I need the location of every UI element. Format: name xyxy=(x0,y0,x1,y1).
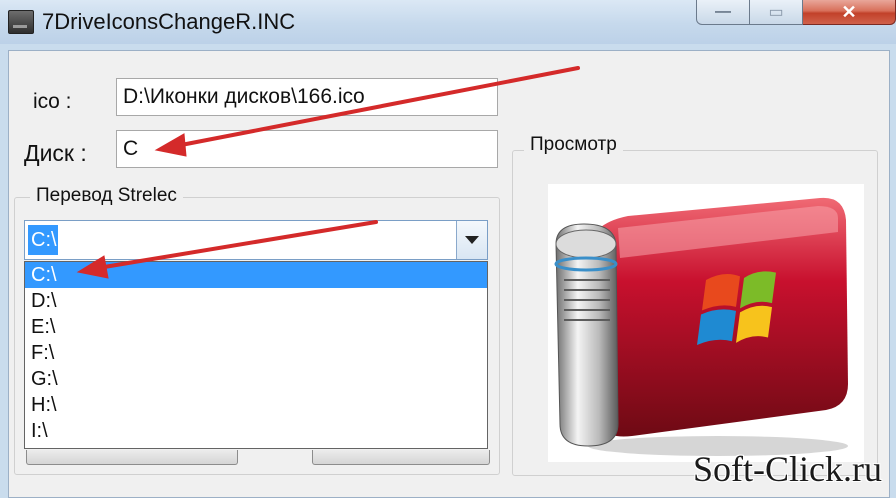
list-item[interactable]: C:\ xyxy=(25,262,487,288)
preview-image-box xyxy=(548,184,864,462)
list-item[interactable]: D:\ xyxy=(25,288,487,314)
ico-label: ico : xyxy=(33,90,72,113)
disk-letter-field[interactable]: C xyxy=(116,130,498,168)
watermark-text: Soft-Click.ru xyxy=(693,449,882,489)
list-item[interactable]: I:\ xyxy=(25,418,487,444)
close-button[interactable]: ✕ xyxy=(803,0,896,25)
chevron-down-icon xyxy=(465,236,479,244)
preview-group-title: Просмотр xyxy=(524,134,623,156)
drive-app-icon xyxy=(8,10,34,34)
obscured-left-button[interactable] xyxy=(26,450,238,465)
window-controls: — ▭ ✕ xyxy=(696,0,896,26)
red-external-drive-windows-icon xyxy=(554,197,848,456)
obscured-right-button[interactable] xyxy=(312,450,490,465)
minimize-button[interactable]: — xyxy=(696,0,750,25)
list-item[interactable]: G:\ xyxy=(25,366,487,392)
strelec-group-title: Перевод Strelec xyxy=(30,185,183,207)
maximize-button[interactable]: ▭ xyxy=(750,0,803,25)
list-item[interactable]: E:\ xyxy=(25,314,487,340)
drive-dropdown-list[interactable]: C:\ D:\ E:\ F:\ G:\ H:\ I:\ xyxy=(24,261,488,449)
combo-selected-value: C:\ xyxy=(28,225,58,255)
drive-combobox[interactable]: C:\ xyxy=(24,220,488,260)
ico-path-field[interactable]: D:\Иконки дисков\166.ico xyxy=(116,78,498,116)
combo-dropdown-button[interactable] xyxy=(456,221,487,259)
list-item[interactable]: F:\ xyxy=(25,340,487,366)
list-item[interactable]: H:\ xyxy=(25,392,487,418)
disk-label: Диск : xyxy=(24,140,87,166)
window-title: 7DriveIconsChangeR.INC xyxy=(42,9,296,34)
window-titlebar[interactable]: 7DriveIconsChangeR.INC — ▭ ✕ xyxy=(0,0,896,44)
